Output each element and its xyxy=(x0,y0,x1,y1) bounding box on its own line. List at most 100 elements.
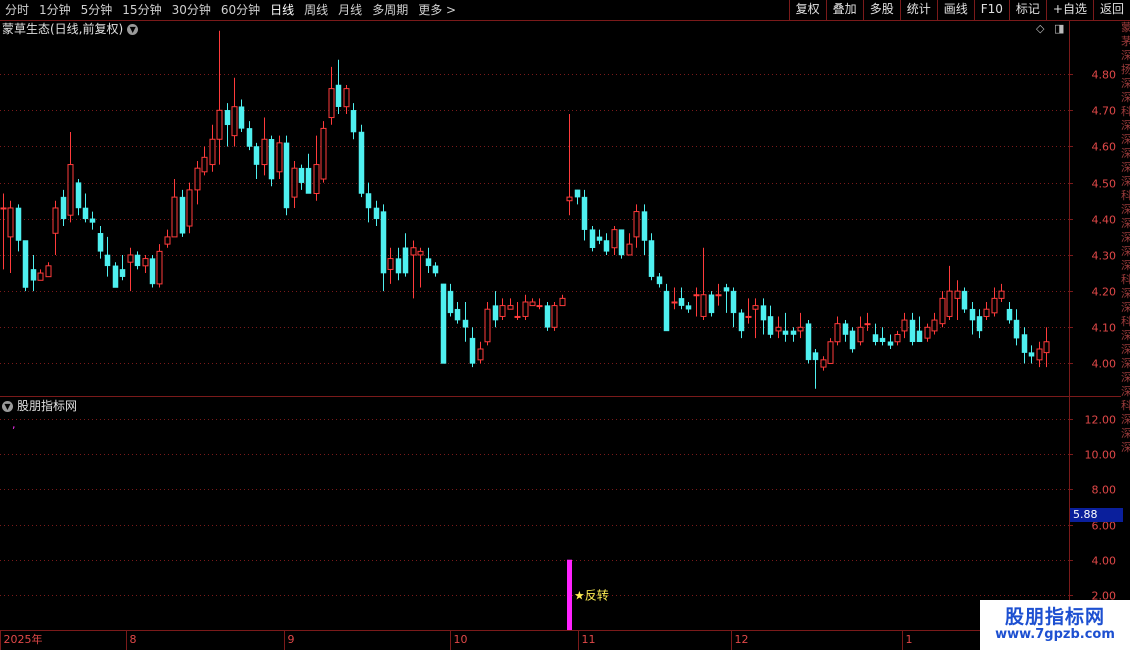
candle-body-down xyxy=(648,240,655,277)
candle-body-down xyxy=(1013,319,1020,339)
candle-body-up xyxy=(52,207,59,234)
candle-body-up xyxy=(291,167,298,198)
side-scroll-strip[interactable]: 蒙茅深扬深深科深深深深深科深深深深深科深深科深深深深深科深深深 xyxy=(1121,21,1130,650)
candle-body-up xyxy=(931,319,938,332)
candle-body-down xyxy=(663,290,670,332)
candle-body-down xyxy=(909,319,916,343)
candle-body-up xyxy=(857,326,864,343)
candle-body-up xyxy=(194,167,201,191)
candle-body-up xyxy=(566,196,573,202)
candle-body-down xyxy=(678,298,685,306)
indicator-tick-label: 12.00 xyxy=(1085,414,1117,427)
candle-body-up xyxy=(529,301,536,307)
chevron-down-icon[interactable]: ▼ xyxy=(2,401,13,412)
candle-body-up xyxy=(1043,341,1050,354)
price-tick-label: 4.70 xyxy=(1092,105,1117,118)
candle-body-up xyxy=(142,258,149,267)
candle-body-down xyxy=(246,128,253,147)
indicator-tick-label: 8.00 xyxy=(1092,484,1117,497)
candle-body-down xyxy=(149,258,156,285)
candle-body-down xyxy=(432,265,439,274)
candle-body-up xyxy=(201,156,208,173)
signal-label: ★反转 xyxy=(574,588,609,603)
indicator-marker: , xyxy=(12,418,16,431)
candle-body-down xyxy=(842,323,849,335)
candle-body-down xyxy=(961,290,968,310)
indicator-tick-label: 4.00 xyxy=(1092,555,1117,568)
candle-body-up xyxy=(559,297,566,307)
candle-body-down xyxy=(15,207,22,241)
candle-body-up xyxy=(864,323,871,326)
candle-body-down xyxy=(22,240,29,288)
candle-body-up xyxy=(946,290,953,317)
price-tick-label: 4.20 xyxy=(1092,286,1117,299)
candle-body-down xyxy=(440,283,447,364)
candle-body-up xyxy=(693,294,700,297)
candle-body-up xyxy=(499,305,506,317)
candle-body-up xyxy=(991,297,998,314)
candle-body-down xyxy=(462,319,469,328)
candle-body-down xyxy=(373,207,380,220)
candle-body-down xyxy=(589,229,596,248)
candle-body-down xyxy=(305,167,312,194)
candle-body-up xyxy=(186,189,193,227)
candle-body-down xyxy=(253,146,260,165)
candle-body-down xyxy=(685,305,692,310)
candle-body-down xyxy=(969,308,976,321)
candle-body-up xyxy=(551,305,558,328)
time-axis-label: 10 xyxy=(454,633,468,646)
candle-body-down xyxy=(738,312,745,332)
time-axis-label: 1 xyxy=(906,633,913,646)
candle-body-up xyxy=(328,88,335,119)
candle-body-up xyxy=(1036,348,1043,361)
candle-body-up xyxy=(156,250,163,285)
candle-body-down xyxy=(805,323,812,361)
candle-body-up xyxy=(231,106,238,137)
candle-body-down xyxy=(82,207,89,220)
candle-body-down xyxy=(656,276,663,285)
candle-body-up xyxy=(320,127,327,180)
candle-body-up xyxy=(313,164,320,194)
candle-body-down xyxy=(767,316,774,335)
candle-body-up xyxy=(522,301,529,317)
candle-body-down xyxy=(708,294,715,314)
time-axis-label: 12 xyxy=(735,633,749,646)
candle-body-up xyxy=(477,348,484,361)
candle-body-up xyxy=(514,315,521,318)
candle-body-down xyxy=(790,330,797,335)
candle-body-down xyxy=(782,330,789,335)
candle-body-down xyxy=(1021,334,1028,353)
candle-body-up xyxy=(983,308,990,317)
price-tick-label: 4.10 xyxy=(1092,322,1117,335)
price-tick-label: 4.80 xyxy=(1092,69,1117,82)
candle-body-down xyxy=(97,233,104,252)
candle-body-down xyxy=(976,316,983,332)
candle-body-up xyxy=(998,290,1005,299)
indicator-title: 股朋指标网 xyxy=(17,399,78,413)
candle-body-down xyxy=(350,110,357,133)
candle-body-down xyxy=(298,167,305,183)
candle-body-up xyxy=(939,297,946,325)
kline-chart-canvas[interactable]: 4.80 4.70 4.60 4.50 4.40 4.30 4.20 4.10 4.00 12.0… xyxy=(0,0,1130,650)
candle-body-up xyxy=(261,138,268,166)
candle-body-down xyxy=(358,131,365,194)
candle-body-up xyxy=(45,265,52,278)
time-axis-label: 9 xyxy=(288,633,295,646)
candle-body-up xyxy=(410,247,417,256)
candle-body-down xyxy=(283,142,290,209)
indicator-value-tag: 5.88 xyxy=(1070,508,1123,522)
candle-body-down xyxy=(425,258,432,267)
candle-body-up xyxy=(820,359,827,368)
candle-body-down xyxy=(581,196,588,230)
candle-body-down xyxy=(335,84,342,107)
candle-body-up xyxy=(752,305,759,310)
candle-body-down xyxy=(596,236,603,241)
candle-body-up xyxy=(7,207,14,238)
candle-body-up xyxy=(834,323,841,343)
candle-body-down xyxy=(268,139,275,180)
candle-body-up xyxy=(127,254,134,263)
candle-body-down xyxy=(872,334,879,343)
candle-body-up xyxy=(901,319,908,332)
candle-body-up xyxy=(67,164,74,216)
candle-body-down xyxy=(641,211,648,241)
